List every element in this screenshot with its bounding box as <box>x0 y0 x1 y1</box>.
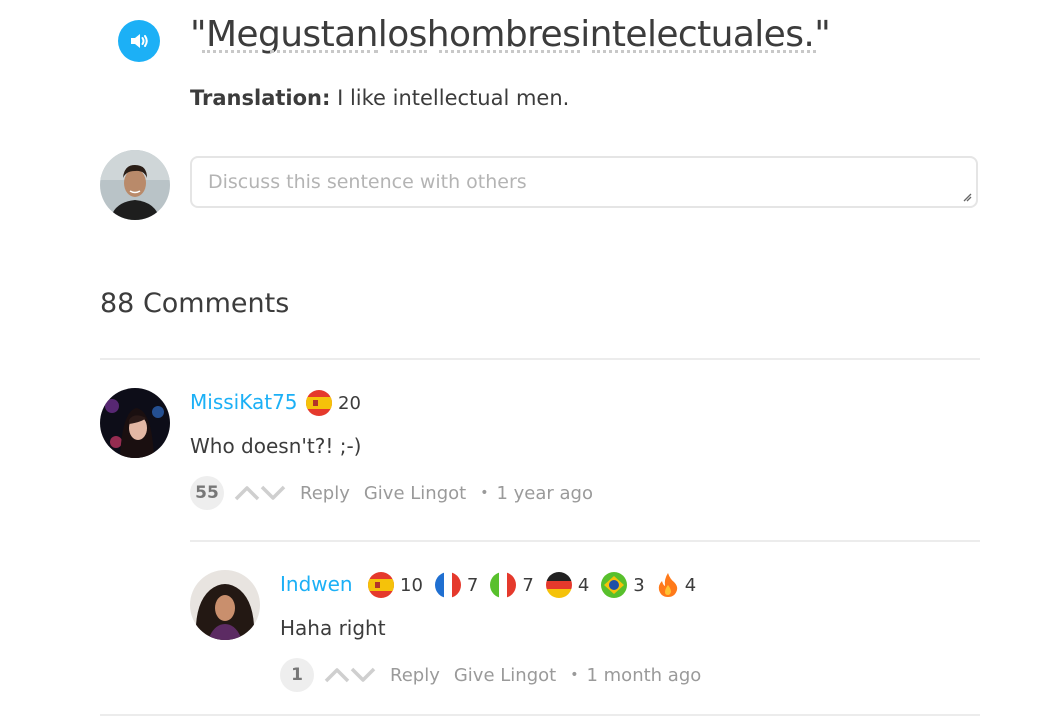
chevron-down-icon[interactable] <box>260 485 286 501</box>
word-text: los <box>377 14 428 55</box>
word-text: hombres <box>426 14 581 55</box>
sentence-word[interactable]: "Me <box>190 14 259 55</box>
discuss-textarea[interactable] <box>190 156 978 208</box>
chevron-up-icon[interactable] <box>324 667 350 683</box>
comment-time: 1 month ago <box>586 664 702 686</box>
word-text: gustan <box>257 14 378 55</box>
flame-icon <box>657 572 679 598</box>
speaker-icon <box>131 34 148 48</box>
comments-count-title: 88 Comments <box>100 288 290 319</box>
level-number: 7 <box>466 574 479 596</box>
level-number: 10 <box>400 574 423 596</box>
language-levels: 20 <box>306 390 373 416</box>
comment-time: 1 year ago <box>496 482 593 504</box>
comment-actions: 1 Reply Give Lingot • 1 month ago <box>280 658 701 692</box>
spain-flag-icon <box>306 390 332 416</box>
vote-count-badge: 55 <box>190 476 224 510</box>
resize-handle-icon[interactable] <box>962 192 972 202</box>
level-number: 4 <box>577 574 590 596</box>
level-number: 7 <box>522 574 534 596</box>
divider <box>190 540 980 542</box>
chevron-down-icon[interactable] <box>350 667 376 683</box>
word-text: intelectuales." <box>580 14 831 55</box>
translation-label: Translation: <box>190 86 331 110</box>
level-number: 3 <box>633 574 645 596</box>
comment-text: Who doesn't?! ;-) <box>190 434 362 458</box>
translation: Translation: I like intellectual men. <box>190 86 569 110</box>
comment-text: Haha right <box>280 616 386 640</box>
comment-username[interactable]: Indwen <box>280 572 353 596</box>
spain-flag-icon <box>368 572 394 598</box>
divider <box>100 714 980 716</box>
vote-count-badge: 1 <box>280 658 314 692</box>
word-text: "Me <box>190 14 259 55</box>
divider <box>100 358 980 360</box>
france-flag-icon <box>434 572 461 598</box>
language-levels: 10 7 7 4 3 4 <box>368 572 708 598</box>
chevron-up-icon[interactable] <box>234 485 260 501</box>
level-number: 20 <box>338 392 361 414</box>
sentence-word[interactable]: gustan <box>258 14 378 55</box>
current-user-avatar <box>100 150 170 220</box>
sentence-word[interactable]: los <box>377 14 428 55</box>
separator-dot: • <box>570 667 579 683</box>
avatar[interactable] <box>190 570 260 640</box>
reply-link[interactable]: Reply <box>300 483 350 504</box>
sentence-text: "Me gustan los hombres intelectuales." <box>190 14 831 55</box>
sentence-word[interactable]: hombres <box>426 14 581 55</box>
comment-actions: 55 Reply Give Lingot • 1 year ago <box>190 476 593 510</box>
avatar[interactable] <box>100 388 170 458</box>
comment-username[interactable]: MissiKat75 <box>190 390 298 414</box>
audio-play-button[interactable] <box>118 20 160 62</box>
italy-flag-icon <box>490 572 517 598</box>
separator-dot: • <box>480 485 489 501</box>
give-lingot-link[interactable]: Give Lingot <box>454 665 556 686</box>
brazil-flag-icon <box>601 572 628 598</box>
translation-text: I like intellectual men. <box>337 86 570 110</box>
give-lingot-link[interactable]: Give Lingot <box>364 483 466 504</box>
discuss-input[interactable] <box>192 158 948 206</box>
sentence-word[interactable]: intelectuales." <box>580 14 831 55</box>
germany-flag-icon <box>545 572 572 598</box>
reply-link[interactable]: Reply <box>390 665 440 686</box>
streak-number: 4 <box>684 574 697 596</box>
